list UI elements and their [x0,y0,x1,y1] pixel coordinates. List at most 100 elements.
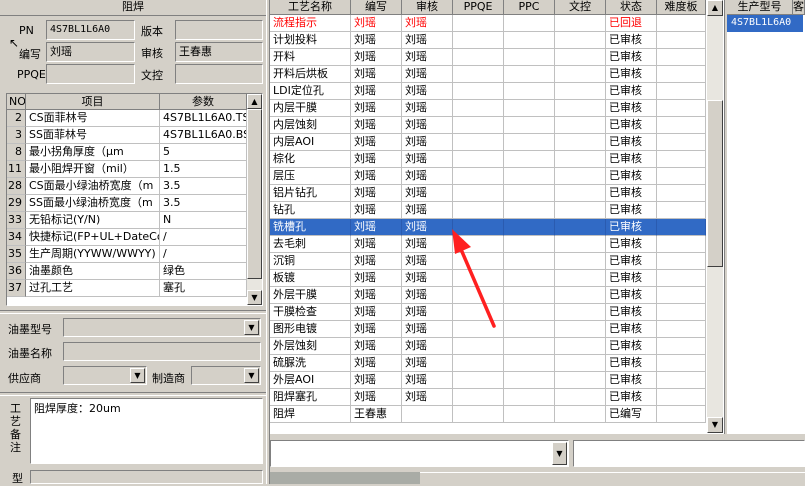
header-ppc[interactable]: PPC [504,0,555,15]
chevron-down-icon[interactable]: ▼ [130,368,145,383]
param-cell-value[interactable]: 绿色 [160,263,247,280]
param-cell-item[interactable]: SS面最小绿油桥宽度（m [26,195,160,212]
table-row[interactable]: 内层蚀刻 刘瑶 刘瑶 已审核 [270,117,706,134]
table-row[interactable]: LDI定位孔 刘瑶 刘瑶 已审核 [270,83,706,100]
param-cell-value[interactable]: 5 [160,144,247,161]
table-row[interactable]: 流程指示 刘瑶 刘瑶 已回退 [270,15,706,32]
ink-model-combo[interactable]: ▼ [63,318,261,337]
param-header-value[interactable]: 参数 [160,94,247,110]
pn-field[interactable]: 4S7BL1L6A0 [46,20,135,40]
param-cell-item[interactable]: 无铅标记(Y/N) [26,212,160,229]
table-row[interactable]: 开料后烘板 刘瑶 刘瑶 已审核 [270,66,706,83]
param-cell-value[interactable]: 3.5 [160,195,247,212]
param-header-no[interactable]: NO [7,94,26,110]
author-field[interactable]: 刘瑶 [46,42,135,62]
remark-textarea[interactable]: 阻焊厚度：20um [30,398,263,464]
param-cell-item[interactable]: 生产周期(YYWW/WWYY) [26,246,160,263]
reviewer-label: 审核 [141,47,163,60]
process-cell-difficulty [657,151,706,168]
process-cell-status: 已审核 [606,253,657,270]
process-scrollbar[interactable]: ▲ ▼ [707,0,723,433]
table-row[interactable]: 阻焊塞孔 刘瑶 刘瑶 已审核 [270,389,706,406]
param-cell-no[interactable]: 3 [7,127,26,144]
param-cell-no[interactable]: 8 [7,144,26,161]
param-cell-no[interactable]: 28 [7,178,26,195]
param-cell-item[interactable]: SS面菲林号 [26,127,160,144]
param-cell-item[interactable]: CS面菲林号 [26,110,160,127]
table-row[interactable]: 开料 刘瑶 刘瑶 已审核 [270,49,706,66]
chevron-down-icon[interactable]: ▼ [244,368,259,383]
table-row[interactable]: 棕化 刘瑶 刘瑶 已审核 [270,151,706,168]
type-field[interactable] [30,470,263,484]
process-cell-name: 内层AOI [270,134,351,151]
bottom-combo[interactable]: ▼ [270,440,569,467]
ink-name-field[interactable] [63,342,261,361]
table-row[interactable]: 层压 刘瑶 刘瑶 已审核 [270,168,706,185]
param-cell-value[interactable]: N [160,212,247,229]
manufacturer-combo[interactable]: ▼ [191,366,261,385]
param-cell-value[interactable]: 4S7BL1L6A0.TS [160,110,247,127]
table-row[interactable]: 外层蚀刻 刘瑶 刘瑶 已审核 [270,338,706,355]
param-cell-item[interactable]: 过孔工艺 [26,280,160,297]
param-cell-no[interactable]: 29 [7,195,26,212]
process-cell-author: 刘瑶 [351,372,402,389]
left-panel-title: 阻焊 [0,0,266,16]
param-cell-value[interactable]: 4S7BL1L6A0.BS [160,127,247,144]
param-scrollbar[interactable]: ▲ ▼ [247,94,262,305]
chevron-down-icon[interactable]: ▼ [244,320,259,335]
param-cell-no[interactable]: 36 [7,263,26,280]
param-cell-value[interactable]: / [160,229,247,246]
param-cell-no[interactable]: 35 [7,246,26,263]
scroll-down-icon[interactable]: ▼ [707,417,723,433]
right-header-model[interactable]: 生产型号 [727,0,793,15]
right-header-customer[interactable]: 客 [793,0,805,15]
supplier-combo[interactable]: ▼ [63,366,147,385]
param-cell-value[interactable]: 3.5 [160,178,247,195]
param-cell-no[interactable]: 2 [7,110,26,127]
param-cell-item[interactable]: 最小拐角厚度（μm [26,144,160,161]
header-difficulty[interactable]: 难度板 [657,0,706,15]
scroll-up-icon[interactable]: ▲ [707,0,723,16]
param-cell-item[interactable]: 油墨颜色 [26,263,160,280]
param-cell-value[interactable]: 1.5 [160,161,247,178]
param-cell-item[interactable]: 快捷标记(FP+UL+DateCo [26,229,160,246]
process-cell-author: 刘瑶 [351,15,402,32]
param-cell-no[interactable]: 34 [7,229,26,246]
process-cell-author: 刘瑶 [351,185,402,202]
scroll-down-icon[interactable]: ▼ [247,290,262,305]
scroll-up-icon[interactable]: ▲ [247,94,262,109]
param-cell-value[interactable]: / [160,246,247,263]
header-process-name[interactable]: 工艺名称 [270,0,351,15]
bottom-field[interactable] [573,440,805,467]
doc-control-field[interactable] [175,64,263,84]
param-header-item[interactable]: 项目 [26,94,160,110]
table-row[interactable]: 硫脲洗 刘瑶 刘瑶 已审核 [270,355,706,372]
process-cell-doc [555,219,606,236]
param-cell-value[interactable]: 塞孔 [160,280,247,297]
scroll-thumb[interactable] [707,100,723,267]
table-row[interactable]: 外层AOI 刘瑶 刘瑶 已审核 [270,372,706,389]
header-reviewer[interactable]: 审核 [402,0,453,15]
table-row[interactable]: 内层干膜 刘瑶 刘瑶 已审核 [270,100,706,117]
process-cell-ppc [504,236,555,253]
param-cell-no[interactable]: 37 [7,280,26,297]
chevron-down-icon[interactable]: ▼ [552,442,567,465]
table-row[interactable]: 铝片钻孔 刘瑶 刘瑶 已审核 [270,185,706,202]
param-cell-no[interactable]: 11 [7,161,26,178]
param-cell-item[interactable]: 最小阻焊开窗（mil） [26,161,160,178]
right-row-model[interactable]: 4S7BL1L6A0 [727,15,803,32]
header-status[interactable]: 状态 [606,0,657,15]
table-row[interactable]: 钻孔 刘瑶 刘瑶 已审核 [270,202,706,219]
param-cell-no[interactable]: 33 [7,212,26,229]
scroll-thumb[interactable] [247,109,262,279]
ppqe-field[interactable] [46,64,135,84]
table-row[interactable]: 计划投料 刘瑶 刘瑶 已审核 [270,32,706,49]
param-cell-item[interactable]: CS面最小绿油桥宽度（m [26,178,160,195]
header-doc-control[interactable]: 文控 [555,0,606,15]
header-author[interactable]: 编写 [351,0,402,15]
version-field[interactable] [175,20,263,40]
table-row[interactable]: 内层AOI 刘瑶 刘瑶 已审核 [270,134,706,151]
reviewer-field[interactable]: 王春惠 [175,42,263,62]
table-row[interactable]: 阻焊 王春惠 已编写 [270,406,706,423]
header-ppqe[interactable]: PPQE [453,0,504,15]
